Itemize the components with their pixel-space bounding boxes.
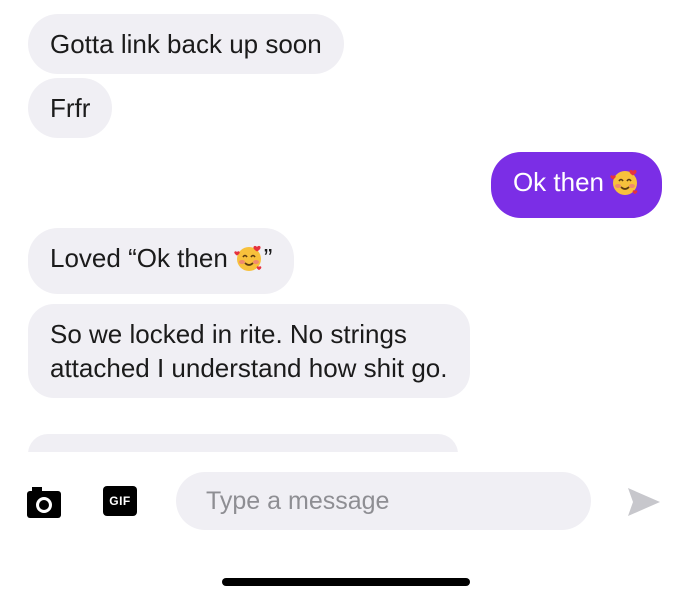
reaction-text: Loved “Ok then [50,243,228,273]
message-text: So we locked in rite. No strings attache… [50,319,448,383]
message-bubble-incoming[interactable]: So we locked in rite. No strings attache… [28,304,470,398]
message-input-container[interactable] [176,472,591,530]
message-text: Gotta link back up soon [50,29,322,59]
message-composer: GIF [0,462,692,542]
smiling-face-with-hearts-icon [234,243,264,281]
message-input[interactable] [204,485,568,517]
reaction-text-end: ” [263,243,273,273]
message-text: Ok then [512,167,604,197]
message-bubble-incoming[interactable]: Frfr [28,78,113,138]
gif-button[interactable]: GIF [103,486,137,516]
message-bubble-incoming[interactable]: Loved “Ok then ” [28,228,295,294]
message-bubble-partial[interactable] [28,434,458,452]
gif-label: GIF [109,494,131,508]
message-bubble-outgoing[interactable]: Ok then [490,152,662,218]
message-bubble-incoming[interactable]: Gotta link back up soon [28,14,344,74]
home-indicator [222,578,470,586]
message-thread[interactable]: Gotta link back up soon Frfr Ok then Lov… [0,0,692,452]
message-text: Frfr [50,93,91,123]
camera-icon[interactable] [22,480,66,524]
smiling-face-with-hearts-icon [610,167,640,205]
send-icon[interactable] [624,484,664,520]
